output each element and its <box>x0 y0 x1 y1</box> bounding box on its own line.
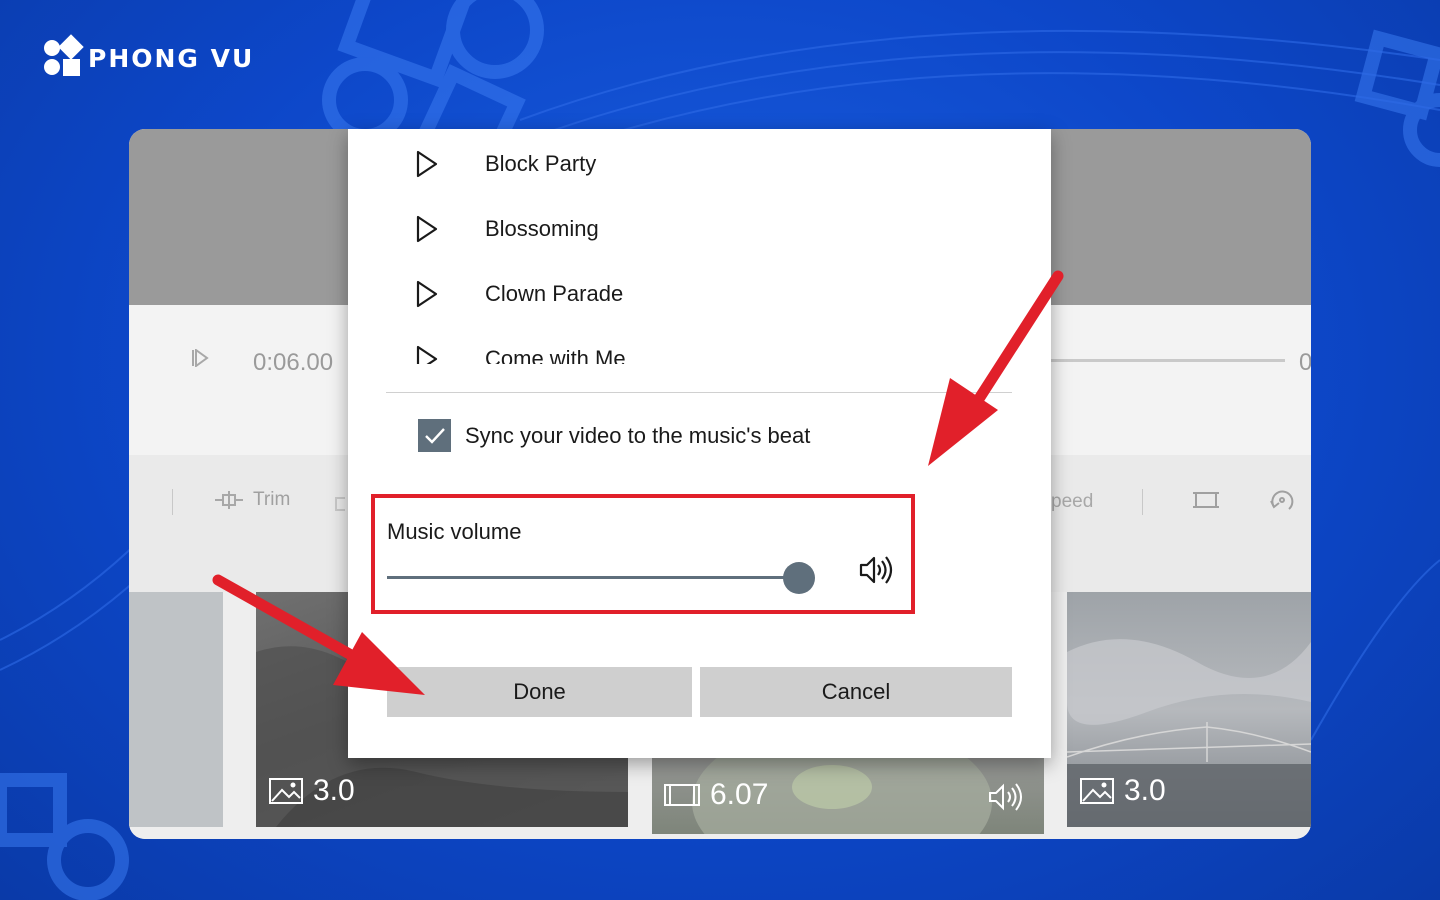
clip-duration-label: 3.0 <box>1080 774 1166 808</box>
clip-duration-label: 3.0 <box>269 774 355 808</box>
crop-icon[interactable] <box>1191 485 1221 515</box>
toolbar-separator <box>172 489 173 515</box>
list-divider <box>386 392 1012 393</box>
video-icon <box>664 784 700 806</box>
done-button[interactable]: Done <box>387 667 692 717</box>
sync-to-beat-checkbox[interactable]: Sync your video to the music's beat <box>418 419 810 452</box>
image-icon <box>269 778 303 804</box>
background-music-dialog: Block Party Blossoming Clown Parade Come… <box>348 129 1051 758</box>
toolbar-separator <box>1142 489 1143 515</box>
checkmark-icon <box>424 427 445 444</box>
clip-duration: 3.0 <box>1124 774 1166 807</box>
track-name: Clown Parade <box>485 281 624 306</box>
trim-button[interactable]: Trim <box>215 489 290 511</box>
play-icon[interactable] <box>416 150 438 178</box>
play-icon[interactable] <box>416 280 438 308</box>
play-icon[interactable] <box>416 345 438 364</box>
trim-label: Trim <box>253 489 291 510</box>
track-name: Block Party <box>485 151 597 176</box>
cancel-button[interactable]: Cancel <box>700 667 1012 717</box>
storyboard-clip[interactable] <box>129 592 223 827</box>
sync-label: Sync your video to the music's beat <box>465 422 811 448</box>
music-track-item[interactable]: Block Party <box>386 139 1012 189</box>
clip-duration-label: 6.07 <box>664 778 768 812</box>
track-name: Come with Me <box>485 346 626 364</box>
image-icon <box>1080 778 1114 804</box>
checkbox-checked[interactable] <box>418 419 451 452</box>
current-time: 0:06.00 <box>253 349 334 376</box>
clip-audio-icon[interactable] <box>988 782 1026 812</box>
end-time: 0 <box>1299 349 1311 376</box>
logo-icon <box>42 34 84 78</box>
clip-duration: 3.0 <box>313 774 355 807</box>
storyboard-clip[interactable]: 3.0 <box>1067 592 1311 827</box>
progress-track[interactable] <box>1051 359 1285 362</box>
rotate-icon[interactable] <box>1267 485 1297 515</box>
play-icon[interactable] <box>191 349 209 367</box>
speed-button[interactable]: peed <box>1051 491 1093 513</box>
music-track-list[interactable]: Block Party Blossoming Clown Parade Come… <box>386 129 1012 364</box>
trim-icon <box>215 491 243 509</box>
annotation-highlight-box <box>371 494 915 614</box>
split-icon[interactable] <box>335 497 345 511</box>
clip-duration: 6.07 <box>710 778 769 811</box>
brand-logo: PHONG VU <box>42 34 255 78</box>
brand-name: PHONG VU <box>88 43 255 73</box>
play-icon[interactable] <box>416 215 438 243</box>
music-track-item[interactable]: Clown Parade <box>386 269 1012 319</box>
track-name: Blossoming <box>485 216 599 241</box>
music-track-item[interactable]: Come with Me <box>386 334 1012 364</box>
music-track-item[interactable]: Blossoming <box>386 204 1012 254</box>
